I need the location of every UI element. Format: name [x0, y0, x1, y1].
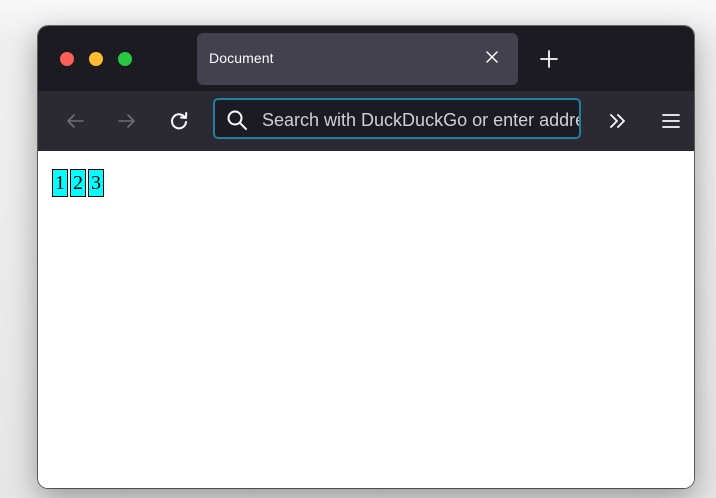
numbered-boxes: 1 2 3 [52, 169, 106, 197]
tab-document[interactable]: Document [197, 33, 518, 85]
plus-icon[interactable] [537, 47, 561, 71]
navigation-toolbar: Search with DuckDuckGo or enter address [38, 91, 694, 151]
browser-window: Document Search with DuckDuckGo or enter… [38, 26, 694, 488]
search-input[interactable]: Search with DuckDuckGo or enter address [262, 110, 579, 131]
search-icon [226, 109, 248, 131]
chevron-double-right-icon[interactable] [604, 107, 632, 135]
desktop-background: Document Search with DuckDuckGo or enter… [0, 0, 716, 498]
zoom-window-button[interactable] [118, 52, 132, 66]
page-content: 1 2 3 [38, 151, 694, 488]
tab-title: Document [209, 50, 274, 66]
back-arrow-icon[interactable] [61, 107, 89, 135]
reload-icon[interactable] [165, 107, 193, 135]
minimize-window-button[interactable] [89, 52, 103, 66]
box-1: 1 [52, 169, 68, 197]
box-3: 3 [88, 169, 104, 197]
close-window-button[interactable] [60, 52, 74, 66]
url-bar[interactable]: Search with DuckDuckGo or enter address [213, 98, 581, 139]
box-2: 2 [70, 169, 86, 197]
hamburger-menu-icon[interactable] [657, 107, 685, 135]
forward-arrow-icon[interactable] [113, 107, 141, 135]
close-icon[interactable] [480, 45, 504, 69]
tab-strip: Document [38, 26, 694, 91]
